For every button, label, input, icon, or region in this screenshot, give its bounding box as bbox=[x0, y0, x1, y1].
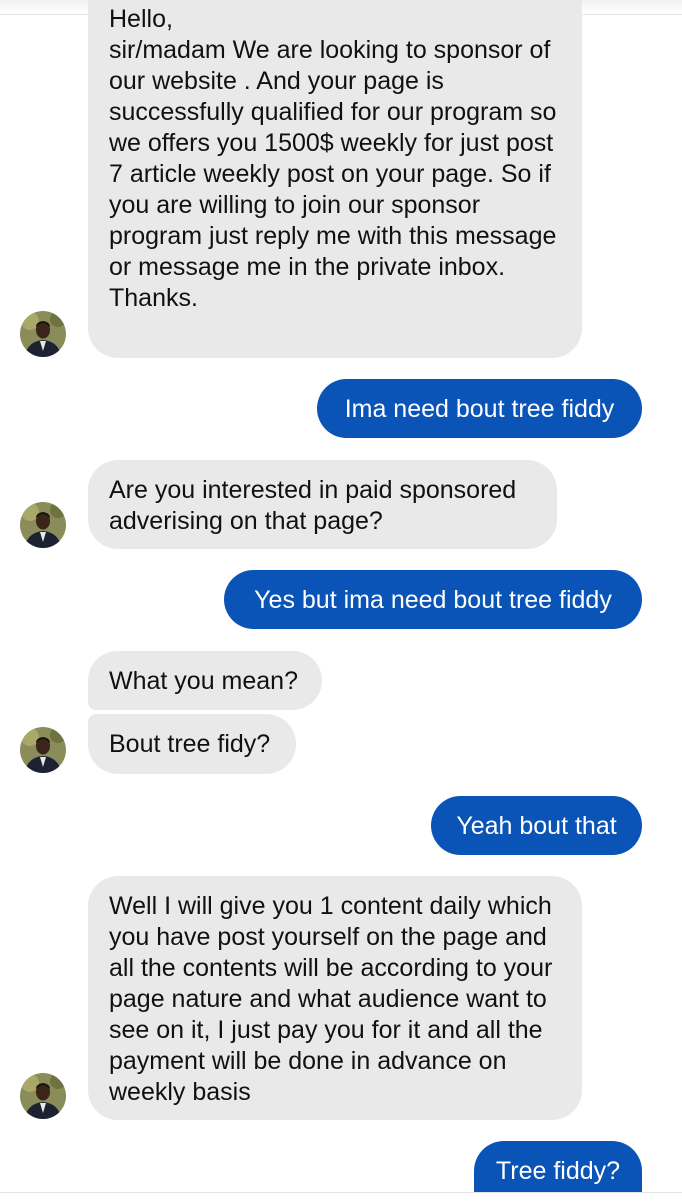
incoming-message-1[interactable]: Hello, sir/madam We are looking to spons… bbox=[88, 0, 582, 358]
incoming-message-5[interactable]: What you mean? bbox=[88, 651, 322, 710]
outgoing-message-7[interactable]: Yeah bout that bbox=[431, 796, 642, 855]
outgoing-message-4[interactable]: Yes but ima need bout tree fiddy bbox=[224, 570, 642, 629]
outgoing-message-2[interactable]: Ima need bout tree fiddy bbox=[317, 379, 642, 438]
contact-avatar-icon[interactable] bbox=[20, 311, 66, 357]
contact-avatar-icon[interactable] bbox=[20, 727, 66, 773]
contact-avatar-icon[interactable] bbox=[20, 1073, 66, 1119]
incoming-message-8[interactable]: Well I will give you 1 content daily whi… bbox=[88, 876, 582, 1120]
incoming-message-3[interactable]: Are you interested in paid sponsored adv… bbox=[88, 460, 557, 549]
incoming-message-6[interactable]: Bout tree fidy? bbox=[88, 714, 296, 774]
contact-avatar-icon[interactable] bbox=[20, 502, 66, 548]
